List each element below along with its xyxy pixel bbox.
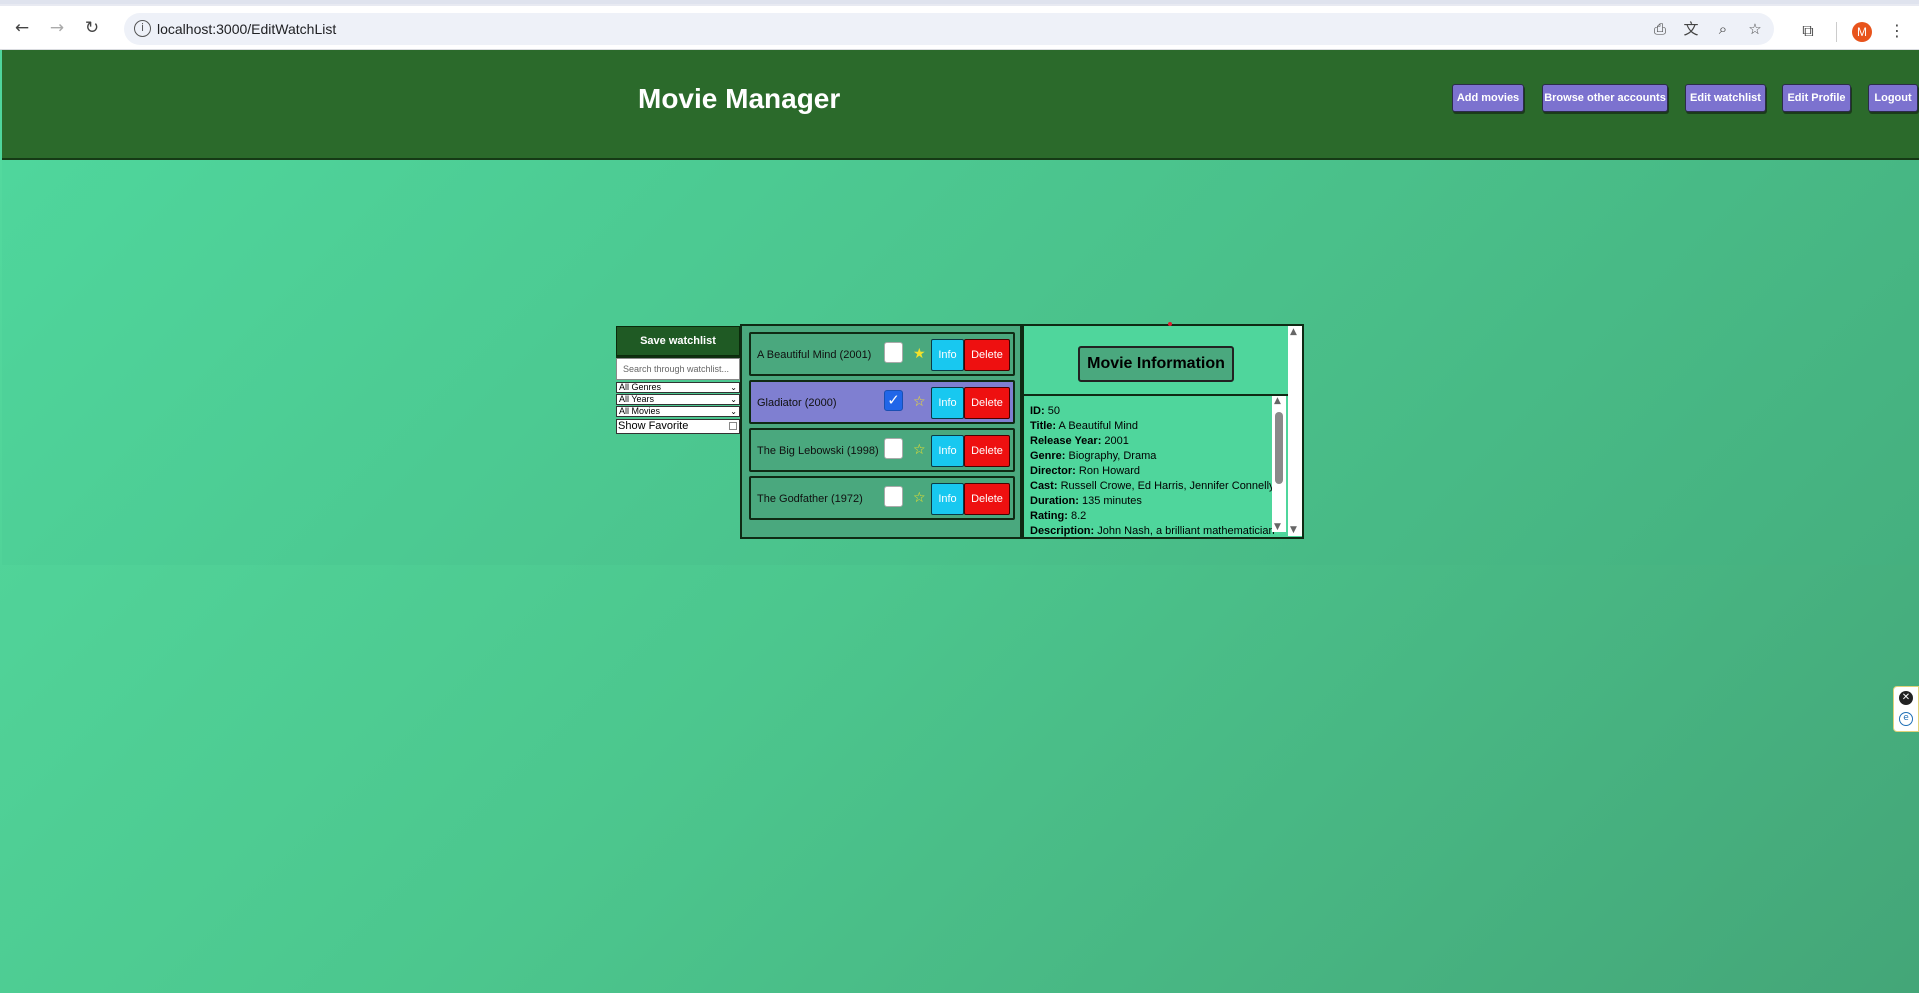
- scrollbar-thumb[interactable]: [1275, 412, 1283, 484]
- info-line-year: Release Year: 2001: [1030, 435, 1129, 447]
- info-line-title: Title: A Beautiful Mind: [1030, 420, 1139, 432]
- delete-button[interactable]: Delete: [964, 483, 1010, 515]
- watchlist-row[interactable]: A Beautiful Mind (2001) ★ Info Delete: [749, 332, 1015, 376]
- movie-checkbox[interactable]: [884, 438, 903, 459]
- edit-watchlist-button[interactable]: Edit watchlist: [1685, 84, 1766, 112]
- year-select[interactable]: All Years ⌄: [616, 394, 740, 405]
- site-info-icon[interactable]: i: [134, 20, 151, 37]
- scroll-up-icon[interactable]: ▲: [1274, 396, 1281, 406]
- info-details-scrollbar[interactable]: ▲ ▼: [1272, 396, 1286, 532]
- address-bar[interactable]: i localhost:3000/EditWatchList ⎙ 文 ⌕ ☆: [124, 13, 1774, 45]
- movie-checkbox[interactable]: ✓: [884, 390, 903, 411]
- movie-checkbox[interactable]: [884, 342, 903, 363]
- extension-icon[interactable]: e: [1899, 712, 1913, 726]
- logout-button[interactable]: Logout: [1868, 84, 1918, 112]
- movie-title: The Big Lebowski (1998): [757, 445, 879, 457]
- genre-select[interactable]: All Genres ⌄: [616, 382, 740, 393]
- watchlist-row[interactable]: The Godfather (1972) ☆ Info Delete: [749, 476, 1015, 520]
- delete-button[interactable]: Delete: [964, 435, 1010, 467]
- favorite-star-icon[interactable]: ★: [913, 346, 926, 362]
- favorite-star-outline-icon[interactable]: ☆: [913, 394, 926, 410]
- genre-select-value: All Genres: [619, 382, 662, 392]
- zoom-icon[interactable]: ⌕: [1713, 19, 1733, 39]
- info-line-duration: Duration: 135 minutes: [1030, 495, 1142, 507]
- install-app-icon[interactable]: ⎙: [1650, 19, 1670, 39]
- back-icon[interactable]: ←: [9, 15, 35, 41]
- toolbar-divider: [1836, 22, 1837, 42]
- edit-profile-button[interactable]: Edit Profile: [1782, 84, 1851, 112]
- chevron-down-icon: ⌄: [730, 395, 737, 404]
- movie-checkbox[interactable]: [884, 486, 903, 507]
- info-line-rating: Rating: 8.2: [1030, 510, 1087, 522]
- movie-title: Gladiator (2000): [757, 397, 837, 409]
- chevron-down-icon: ⌄: [730, 407, 737, 416]
- movie-info-details: ID: 50 Title: A Beautiful Mind Release Y…: [1030, 404, 1280, 537]
- profile-avatar[interactable]: M: [1852, 22, 1872, 42]
- app-title: Movie Manager: [638, 83, 841, 114]
- watchlist-search-input[interactable]: Search through watchlist...: [616, 358, 740, 380]
- scroll-down-icon[interactable]: ▼: [1290, 525, 1297, 535]
- kebab-menu-icon[interactable]: ⋮: [1886, 20, 1908, 42]
- app-header: Movie Manager Add movies Browse other ac…: [2, 50, 1919, 160]
- watchlist: A Beautiful Mind (2001) ★ Info Delete Gl…: [740, 324, 1022, 539]
- chevron-down-icon: ⌄: [730, 383, 737, 392]
- show-favorite-checkbox[interactable]: [729, 422, 737, 430]
- scroll-up-icon[interactable]: ▲: [1290, 327, 1297, 337]
- show-favorite-label: Show Favorite: [618, 420, 689, 432]
- favorite-star-outline-icon[interactable]: ☆: [913, 490, 926, 506]
- close-icon[interactable]: ✕: [1899, 691, 1913, 705]
- movie-info-header: Movie Information: [1024, 326, 1289, 396]
- side-extension-widget: ✕ e: [1893, 686, 1919, 732]
- movie-info-panel: Movie Information ID: 50 Title: A Beauti…: [1022, 324, 1304, 539]
- show-favorite-toggle[interactable]: Show Favorite: [616, 419, 740, 434]
- url-text[interactable]: localhost:3000/EditWatchList: [157, 21, 336, 37]
- movie-select[interactable]: All Movies ⌄: [616, 406, 740, 417]
- indicator-dot: [1168, 322, 1172, 326]
- info-line-id: ID: 50: [1030, 405, 1060, 417]
- bookmark-star-icon[interactable]: ☆: [1745, 19, 1765, 39]
- watchlist-row[interactable]: Gladiator (2000) ✓ ☆ Info Delete: [749, 380, 1015, 424]
- info-line-cast: Cast: Russell Crowe, Ed Harris, Jennifer…: [1030, 480, 1275, 492]
- info-button[interactable]: Info: [931, 387, 964, 419]
- delete-button[interactable]: Delete: [964, 387, 1010, 419]
- favorite-star-outline-icon[interactable]: ☆: [913, 442, 926, 458]
- browse-accounts-button[interactable]: Browse other accounts: [1542, 84, 1668, 112]
- browser-toolbar: ← → ↻ i localhost:3000/EditWatchList ⎙ 文…: [0, 6, 1919, 50]
- reload-icon[interactable]: ↻: [79, 15, 105, 41]
- scroll-down-icon[interactable]: ▼: [1274, 522, 1281, 532]
- info-panel-scrollbar[interactable]: ▲ ▼: [1288, 326, 1302, 536]
- movie-title: The Godfather (1972): [757, 493, 863, 505]
- info-line-genre: Genre: Biography, Drama: [1030, 450, 1157, 462]
- forward-icon[interactable]: →: [44, 15, 70, 41]
- add-movies-button[interactable]: Add movies: [1452, 84, 1524, 112]
- watchlist-row[interactable]: The Big Lebowski (1998) ☆ Info Delete: [749, 428, 1015, 472]
- movie-title: A Beautiful Mind (2001): [757, 349, 872, 361]
- info-line-director: Director: Ron Howard: [1030, 465, 1141, 477]
- extensions-puzzle-icon[interactable]: ⧉: [1797, 20, 1819, 42]
- info-button[interactable]: Info: [931, 339, 964, 371]
- movie-select-value: All Movies: [619, 406, 661, 416]
- info-button[interactable]: Info: [931, 483, 964, 515]
- year-select-value: All Years: [619, 394, 655, 404]
- info-button[interactable]: Info: [931, 435, 964, 467]
- delete-button[interactable]: Delete: [964, 339, 1010, 371]
- movie-info-heading: Movie Information: [1078, 346, 1234, 382]
- info-line-description: Description: John Nash, a brilliant math…: [1030, 525, 1275, 537]
- save-watchlist-button[interactable]: Save watchlist: [616, 326, 740, 356]
- translate-icon[interactable]: 文: [1681, 19, 1701, 39]
